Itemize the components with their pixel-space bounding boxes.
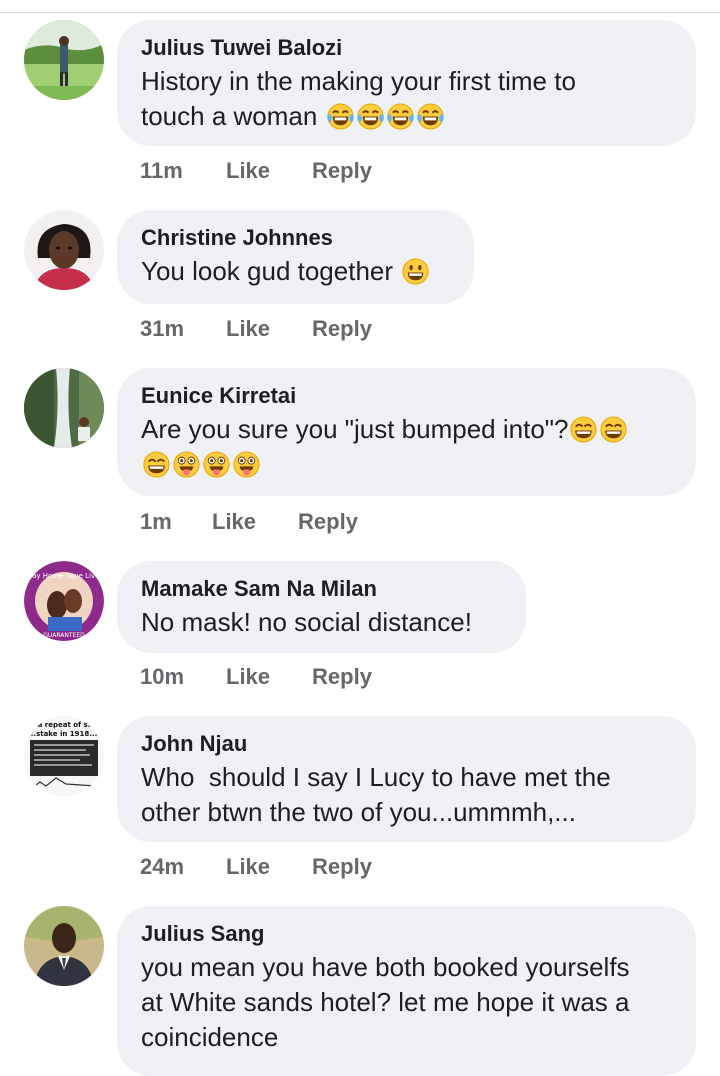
- avatar[interactable]: [24, 368, 104, 448]
- comment-text-line: other btwn the two of you...ummmh,...: [141, 797, 576, 827]
- comment-author[interactable]: Christine Johnnes: [141, 224, 450, 252]
- comment-timestamp[interactable]: 31m: [140, 316, 200, 342]
- grinning-face-icon: [401, 257, 430, 286]
- comment-actions: 24m Like Reply: [140, 852, 372, 882]
- comment-text-line: Who should I say I Lucy to have met the: [141, 762, 611, 792]
- comment-text: You look gud together: [141, 254, 450, 289]
- comment-timestamp[interactable]: 10m: [140, 664, 200, 690]
- avatar[interactable]: ..a repeat of s... ..stake in 1918...: [24, 716, 104, 796]
- comment-bubble[interactable]: Julius Sang you mean you have both booke…: [117, 906, 696, 1076]
- comment-author[interactable]: John Njau: [141, 730, 672, 758]
- reply-button[interactable]: Reply: [312, 316, 372, 342]
- avatar-image-icon: ..a repeat of s... ..stake in 1918...: [24, 716, 104, 796]
- zany-face-icon: [202, 450, 231, 479]
- reply-button[interactable]: Reply: [298, 509, 358, 535]
- comment-author[interactable]: Eunice Kirretai: [141, 382, 672, 410]
- tears-of-joy-icon: [386, 102, 415, 131]
- comment-bubble[interactable]: Mamake Sam Na Milan No mask! no social d…: [117, 561, 526, 653]
- avatar[interactable]: [24, 906, 104, 986]
- like-button[interactable]: Like: [226, 158, 270, 184]
- comment-text: you mean you have both booked yourselfs …: [141, 950, 672, 1055]
- comment-actions: 1m Like Reply: [140, 507, 358, 537]
- comment-text: History in the making your first time to…: [141, 64, 672, 134]
- comment-timestamp[interactable]: 1m: [140, 509, 186, 535]
- comment-bubble[interactable]: Julius Tuwei Balozi History in the makin…: [117, 20, 696, 146]
- tears-of-joy-icon: [416, 102, 445, 131]
- avatar-frame-icon: Stay Home Save Lives GUARANTEED: [24, 561, 104, 641]
- grinning-smiling-eyes-icon: [599, 415, 628, 444]
- reply-button[interactable]: Reply: [312, 664, 372, 690]
- avatar[interactable]: Stay Home Save Lives GUARANTEED: [24, 561, 104, 641]
- comment-author[interactable]: Mamake Sam Na Milan: [141, 575, 502, 603]
- comment-text-line: at White sands hotel? let me hope it was…: [141, 987, 630, 1017]
- grinning-smiling-eyes-icon: [142, 450, 171, 479]
- like-button[interactable]: Like: [226, 854, 270, 880]
- avatar-frame-top-text: Stay Home Save Lives: [25, 572, 103, 580]
- comment-text: No mask! no social distance!: [141, 607, 472, 637]
- like-button[interactable]: Like: [226, 316, 270, 342]
- avatar-caption-line: ..stake in 1918...: [31, 730, 98, 738]
- reply-button[interactable]: Reply: [312, 854, 372, 880]
- top-divider: [0, 12, 720, 13]
- zany-face-icon: [172, 450, 201, 479]
- avatar-photo-icon: [24, 906, 104, 986]
- comment-actions: 31m Like Reply: [140, 314, 372, 344]
- comment-author[interactable]: Julius Sang: [141, 920, 672, 948]
- comment-text: Are you sure you "just bumped into"?: [141, 412, 672, 482]
- comment-bubble[interactable]: John Njau Who should I say I Lucy to hav…: [117, 716, 696, 842]
- zany-face-icon: [232, 450, 261, 479]
- like-button[interactable]: Like: [226, 664, 270, 690]
- comment-text-line: coincidence: [141, 1022, 279, 1052]
- comment-timestamp[interactable]: 11m: [140, 158, 200, 184]
- tears-of-joy-icon: [356, 102, 385, 131]
- avatar-photo-icon: [24, 20, 104, 100]
- comment-text-line: Are you sure you "just bumped into"?: [141, 414, 569, 444]
- avatar[interactable]: [24, 210, 104, 290]
- comment-bubble[interactable]: Christine Johnnes You look gud together: [117, 210, 474, 304]
- like-button[interactable]: Like: [212, 509, 256, 535]
- avatar[interactable]: [24, 20, 104, 100]
- comment-text: Who should I say I Lucy to have met the …: [141, 760, 672, 830]
- comment-text-line: History in the making your first time to: [141, 66, 576, 96]
- avatar-photo-icon: [24, 368, 104, 448]
- comment-bubble[interactable]: Eunice Kirretai Are you sure you "just b…: [117, 368, 696, 496]
- avatar-frame-bottom-text: GUARANTEED: [43, 632, 85, 639]
- avatar-caption-line: ..a repeat of s...: [32, 721, 95, 729]
- comment-actions: 11m Like Reply: [140, 156, 372, 186]
- avatar-photo-icon: [24, 210, 104, 290]
- comment-text-line: you mean you have both booked yourselfs: [141, 952, 630, 982]
- comment-text-line: touch a woman: [141, 101, 318, 131]
- comment-timestamp[interactable]: 24m: [140, 854, 200, 880]
- comment-actions: 10m Like Reply: [140, 662, 372, 692]
- grinning-smiling-eyes-icon: [569, 415, 598, 444]
- comment-author[interactable]: Julius Tuwei Balozi: [141, 34, 672, 62]
- reply-button[interactable]: Reply: [312, 158, 372, 184]
- comment-text-line: You look gud together: [141, 256, 394, 286]
- tears-of-joy-icon: [326, 102, 355, 131]
